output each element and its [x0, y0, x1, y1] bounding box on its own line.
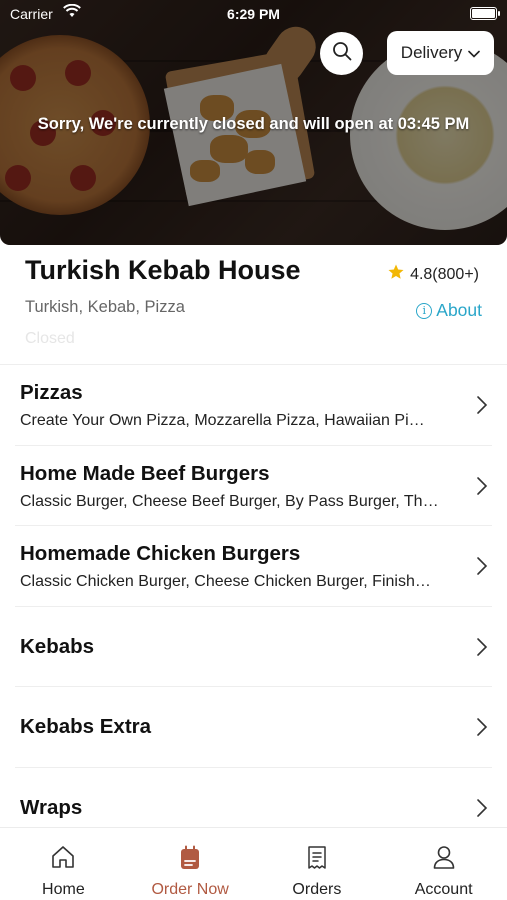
chevron-right-icon — [476, 476, 488, 501]
tab-label: Home — [42, 881, 85, 898]
chevron-right-icon — [476, 637, 488, 662]
home-icon — [50, 844, 76, 875]
menu-category-kebabs[interactable]: Kebabs — [15, 607, 492, 687]
chevron-down-icon — [468, 43, 481, 63]
restaurant-name: Turkish Kebab House — [25, 255, 301, 285]
category-title: Homemade Chicken Burgers — [20, 542, 301, 565]
about-label: About — [436, 300, 482, 320]
chevron-right-icon — [476, 798, 488, 823]
category-title: Home Made Beef Burgers — [20, 461, 270, 485]
search-icon — [332, 41, 352, 66]
order-mode-dropdown[interactable]: Delivery — [387, 31, 494, 75]
closed-notice: Sorry, We're currently closed and will o… — [37, 115, 470, 133]
tab-account[interactable]: Account — [380, 828, 507, 900]
category-title: Kebabs — [20, 634, 95, 658]
cuisine-tags: Turkish, Kebab, Pizza — [25, 298, 185, 316]
status-bar: Carrier 6:29 PM — [0, 0, 507, 28]
menu-category-pizzas[interactable]: Pizzas Create Your Own Pizza, Mozzarella… — [15, 365, 492, 446]
category-title: Kebabs Extra — [20, 715, 152, 738]
order-mode-label: Delivery — [400, 43, 463, 62]
menu-category-chicken-burgers[interactable]: Homemade Chicken Burgers Classic Chicken… — [15, 526, 492, 607]
person-icon — [431, 844, 457, 875]
clock-time: 6:29 PM — [227, 6, 280, 22]
tab-label: Order Now — [151, 881, 229, 898]
battery-icon — [470, 7, 500, 20]
receipt-icon — [304, 844, 330, 875]
search-button[interactable] — [320, 32, 363, 75]
category-items: Classic Chicken Burger, Cheese Chicken B… — [20, 573, 431, 590]
tab-label: Account — [414, 881, 473, 898]
info-icon: i — [416, 302, 433, 319]
hero-banner: Carrier 6:29 PM Delivery Sorry, We're cu… — [0, 0, 507, 245]
menu-category-kebabs-extra[interactable]: Kebabs Extra — [15, 687, 492, 768]
star-icon — [387, 263, 405, 286]
order-bag-icon — [177, 844, 203, 875]
rating-value: 4.8(800+) — [410, 265, 479, 283]
menu-category-list: Pizzas Create Your Own Pizza, Mozzarella… — [0, 365, 507, 848]
bottom-tab-bar: Home Order Now Orders Account — [0, 827, 507, 900]
chevron-right-icon — [476, 717, 488, 742]
about-link[interactable]: i About — [416, 300, 482, 321]
chevron-right-icon — [476, 556, 488, 581]
category-items: Classic Burger, Cheese Beef Burger, By P… — [20, 492, 439, 510]
tab-orders[interactable]: Orders — [254, 828, 381, 900]
menu-category-beef-burgers[interactable]: Home Made Beef Burgers Classic Burger, C… — [15, 446, 492, 526]
tab-home[interactable]: Home — [0, 828, 127, 900]
chevron-right-icon — [476, 395, 488, 420]
tab-order-now[interactable]: Order Now — [127, 828, 254, 900]
restaurant-info: Turkish Kebab House 4.8(800+) Turkish, K… — [0, 245, 507, 365]
tab-label: Orders — [292, 881, 342, 898]
rating: 4.8(800+) — [387, 263, 479, 286]
open-status: Closed — [25, 330, 75, 347]
category-title: Pizzas — [20, 381, 83, 404]
category-items: Create Your Own Pizza, Mozzarella Pizza,… — [20, 412, 425, 429]
category-title: Wraps — [20, 795, 83, 819]
